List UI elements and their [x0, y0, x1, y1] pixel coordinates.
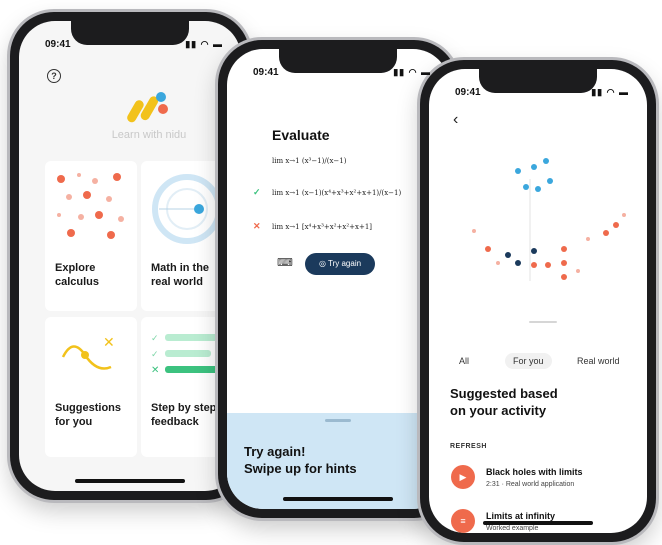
status-bar: 09:41 ▮▮ ◠ ▬ [253, 67, 431, 81]
tab-all[interactable]: All [451, 353, 477, 369]
card-label: Suggestions for you [55, 402, 122, 428]
item-title: Limits at infinity [486, 511, 556, 521]
card-explore-calculus[interactable]: Explore calculus [45, 161, 137, 311]
sheet-handle[interactable] [529, 321, 557, 323]
constellation-illustration [472, 158, 626, 281]
hint-sheet[interactable]: Try again! Swipe up for hints [227, 413, 449, 509]
tab-for-you[interactable]: For you [505, 353, 552, 369]
phone-home: 09:41 ▮▮ ◠ ▬ ? Learn with nidu Explore c… [10, 12, 250, 500]
step-correct: lim x→1 (x−1)(x⁴+x³+x²+x+1)/(x−1) [272, 189, 402, 197]
cross-icon: ✕ [253, 221, 261, 231]
status-bar: 09:41 ▮▮ ◠ ▬ [455, 87, 629, 101]
sheet-handle[interactable] [325, 419, 351, 422]
try-again-button[interactable]: ◎ Try again [305, 253, 375, 275]
check-icon: ✓ [253, 187, 261, 197]
phone-suggestions: 09:41 ▮▮ ◠ ▬ ‹ All For you Real world Su… [420, 60, 656, 542]
card-label: Step by step feedback [151, 402, 217, 428]
item-subtitle: 2:31 · Real world application [486, 481, 575, 488]
item-title: Black holes with limits [486, 467, 583, 477]
status-bar: 09:41 ▮▮ ◠ ▬ [45, 39, 223, 53]
svg-text:✓: ✓ [151, 350, 159, 360]
card-label: Math in the real world [151, 262, 210, 288]
problem-expression: lim x→1 (x³−1)/(x−1) [272, 157, 347, 165]
problem-title: Evaluate [272, 127, 330, 143]
svg-text:✕: ✕ [151, 365, 159, 376]
home-indicator [483, 521, 593, 525]
svg-text:✓: ✓ [151, 334, 159, 344]
list-icon: ≡ [451, 509, 475, 533]
camera-icon: ◎ [318, 259, 328, 268]
home-screen: 09:41 ▮▮ ◠ ▬ ? Learn with nidu Explore c… [19, 21, 241, 491]
try-again-label: Try again [328, 259, 362, 268]
play-icon: ▶ [451, 465, 475, 489]
home-indicator [75, 479, 185, 483]
problem-screen: 09:41 ▮▮ ◠ ▬ Evaluate lim x→1 (x³−1)/(x−… [227, 49, 449, 509]
refresh-button[interactable]: REFRESH [450, 443, 487, 450]
back-icon[interactable]: ‹ [453, 111, 458, 129]
item-subtitle: Worked example [486, 525, 539, 532]
tab-bar: All For you Real world [429, 353, 647, 369]
signal-wifi-battery-icon: ▮▮ ◠ ▬ [591, 87, 629, 97]
app-title: Learn with nidu [111, 129, 187, 141]
status-time: 09:41 [455, 87, 481, 98]
status-time: 09:41 [45, 39, 71, 50]
svg-text:✕: ✕ [103, 335, 115, 351]
signal-wifi-battery-icon: ▮▮ ◠ ▬ [185, 39, 223, 49]
step-wrong: lim x→1 [x⁴+x³+x²+x²+x+1] [272, 223, 373, 231]
section-heading: Suggested based on your activity [450, 386, 558, 418]
path-illustration: ✕ [61, 335, 115, 370]
card-label: Explore calculus [55, 262, 100, 288]
home-indicator [283, 497, 393, 501]
tab-real-world[interactable]: Real world [569, 353, 628, 369]
app-logo [127, 92, 168, 123]
suggestions-screen: 09:41 ▮▮ ◠ ▬ ‹ All For you Real world Su… [429, 69, 647, 533]
hint-text: Try again! Swipe up for hints [244, 444, 357, 476]
status-time: 09:41 [253, 67, 279, 78]
keypad-icon[interactable]: ⌨ [277, 256, 293, 269]
signal-wifi-battery-icon: ▮▮ ◠ ▬ [393, 67, 431, 77]
globe-illustration [152, 174, 222, 244]
card-suggestions[interactable]: ✕ Suggestions for you [45, 317, 137, 457]
help-icon[interactable]: ? [47, 69, 61, 83]
dots-illustration [57, 173, 124, 239]
